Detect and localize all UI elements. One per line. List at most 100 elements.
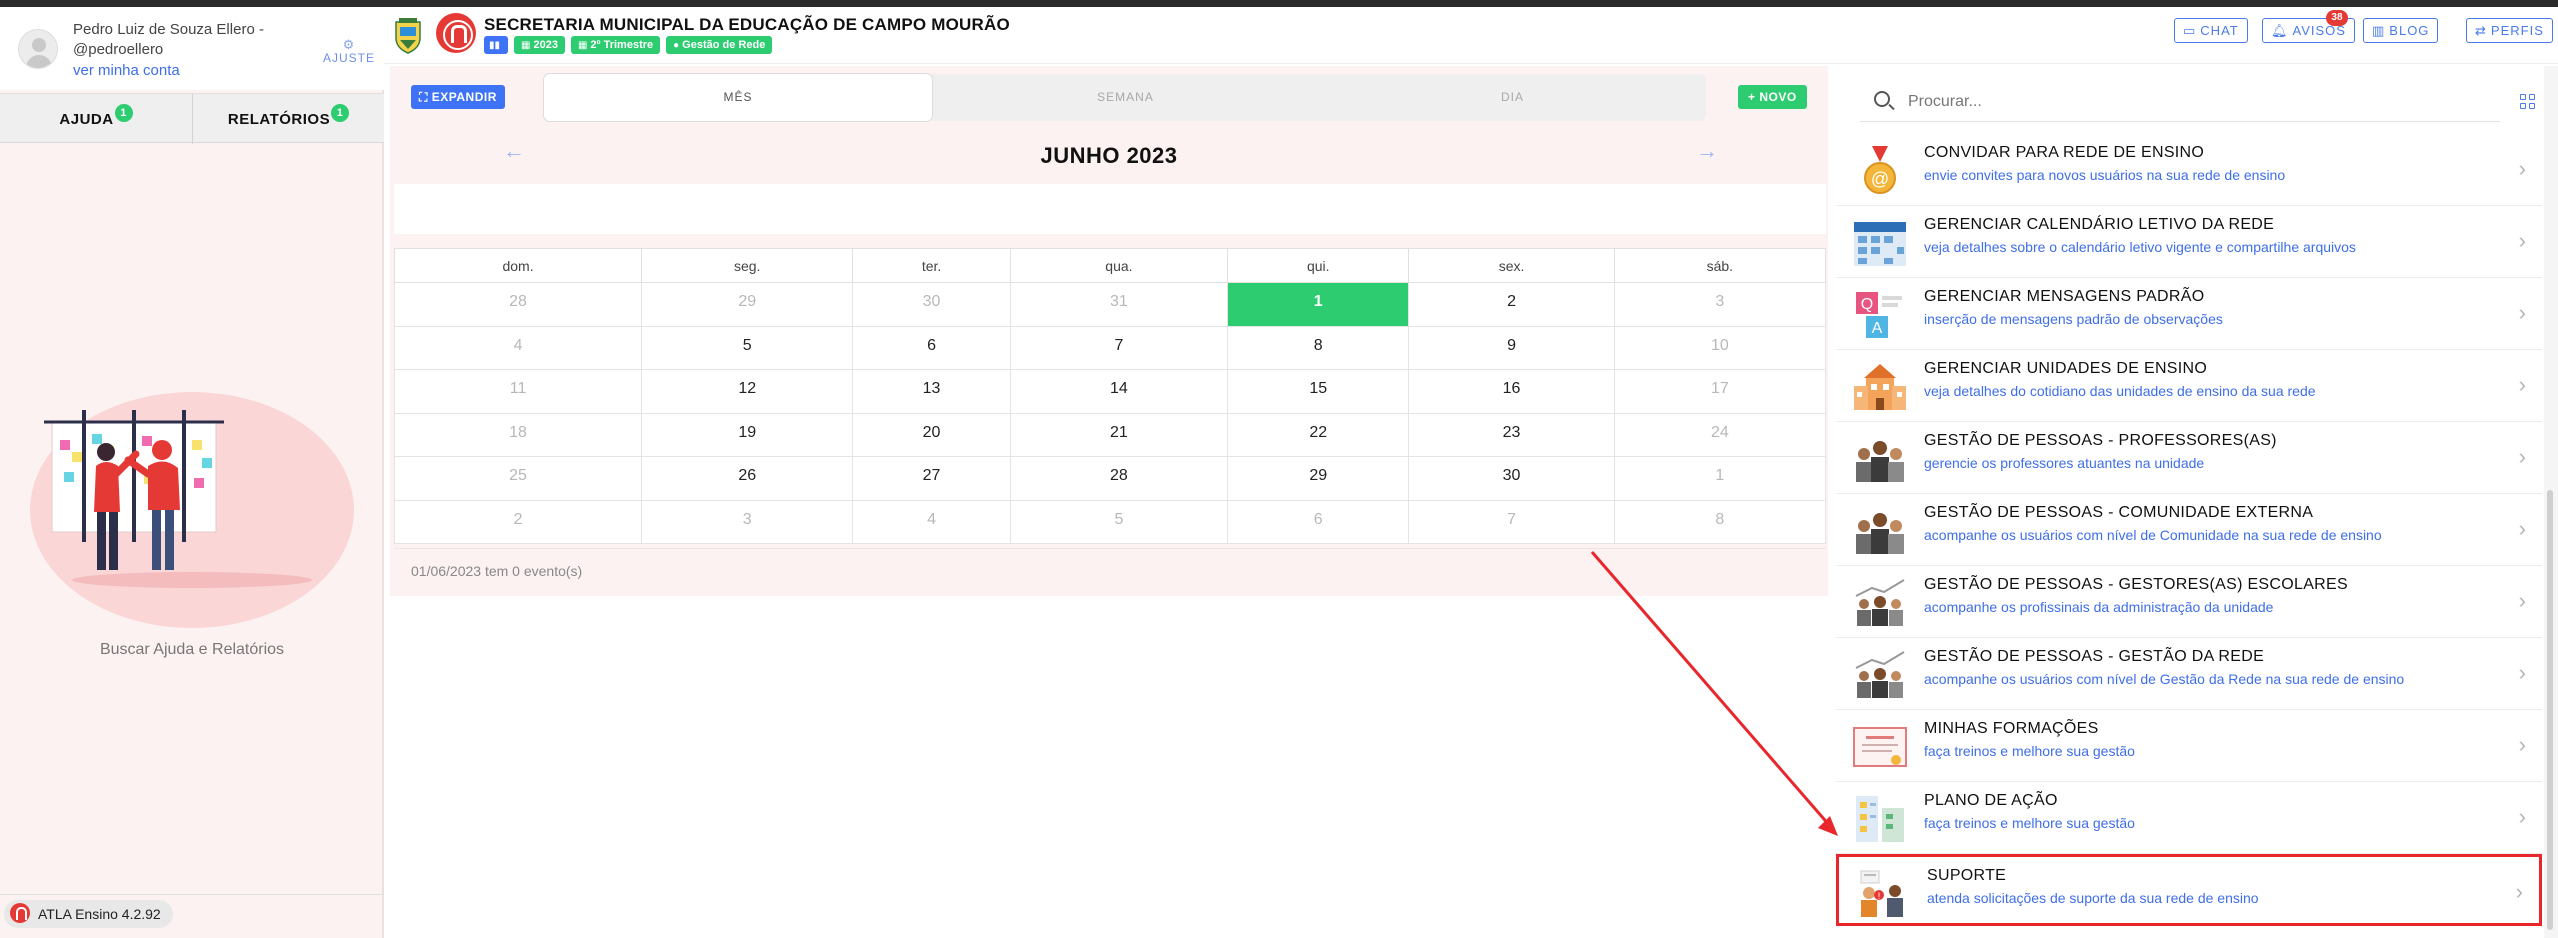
menu-item-comunidade[interactable]: GESTÃO DE PESSOAS - COMUNIDADE EXTERNA a…	[1836, 494, 2542, 566]
window-top-strip	[0, 0, 2558, 7]
day-cell[interactable]: 31	[1009, 282, 1229, 327]
atla-logo-icon	[10, 903, 30, 924]
day-cell[interactable]: 7	[1009, 325, 1229, 370]
menu-item-calendario[interactable]: GERENCIAR CALENDÁRIO LETIVO DA REDE veja…	[1836, 206, 2542, 278]
menu-item-subtitle: acompanhe os profissinais da administraç…	[1924, 599, 2274, 615]
menu-item-suporte[interactable]: ! SUPORTE atenda solicitações de suporte…	[1836, 854, 2542, 926]
context-chips: ▮▮ ▦ 2023 ▦ 2º Trimestre ● Gestão de Rede	[484, 36, 778, 56]
day-cell[interactable]: 19	[641, 412, 854, 457]
chevron-right-icon: ›	[2518, 516, 2526, 541]
book-icon: ▥	[2372, 23, 2386, 38]
day-cell[interactable]: 30	[852, 282, 1011, 327]
day-cell[interactable]: 14	[1009, 369, 1229, 414]
weekday-header: seg.	[641, 248, 854, 283]
perfis-button[interactable]: ⇄ PERFIS	[2466, 18, 2553, 43]
menu-item-gestores[interactable]: GESTÃO DE PESSOAS - GESTORES(AS) ESCOLAR…	[1836, 566, 2542, 638]
account-link[interactable]: ver minha conta	[73, 62, 180, 79]
grid-view-icon[interactable]	[2520, 94, 2536, 110]
day-cell[interactable]: 6	[852, 325, 1011, 370]
menu-item-formacoes[interactable]: MINHAS FORMAÇÕES faça treinos e melhore …	[1836, 710, 2542, 782]
avatar-body-shape	[26, 55, 52, 68]
tab-ajuda-label: AJUDA	[59, 111, 114, 128]
day-cell[interactable]: 16	[1408, 369, 1615, 414]
people-growth-icon	[1855, 579, 1905, 626]
settings-button[interactable]: ⚙ AJUSTE	[322, 38, 376, 65]
calendar-toolbar: ⛶ EXPANDIR MÊS SEMANA DIA + NOVO	[390, 66, 1828, 126]
day-cell[interactable]: 28	[393, 282, 643, 327]
tab-day[interactable]: DIA	[1319, 74, 1706, 121]
week-row: 25 26 27 28 29 30 1	[393, 456, 1827, 501]
day-cell[interactable]: 21	[1009, 412, 1229, 457]
day-cell[interactable]: 11	[393, 369, 643, 414]
day-cell[interactable]: 6	[1227, 499, 1410, 544]
year-chip[interactable]: ▦ 2023	[514, 36, 565, 54]
blog-button[interactable]: ▥ BLOG	[2363, 18, 2439, 43]
chevron-right-icon: ›	[2518, 228, 2526, 253]
day-cell[interactable]: 4	[393, 325, 643, 370]
menu-item-mensagens[interactable]: QA GERENCIAR MENSAGENS PADRÃO inserção d…	[1836, 278, 2542, 350]
day-cell[interactable]: 5	[641, 325, 854, 370]
day-cell[interactable]: 17	[1613, 369, 1827, 414]
day-cell[interactable]: 18	[393, 412, 643, 457]
day-cell[interactable]: 10	[1613, 325, 1827, 370]
role-chip[interactable]: ● Gestão de Rede	[666, 36, 773, 54]
day-cell[interactable]: 29	[641, 282, 854, 327]
expand-button[interactable]: ⛶ EXPANDIR	[411, 85, 505, 109]
day-cell[interactable]: 26	[641, 456, 854, 501]
search-input[interactable]	[1908, 88, 2488, 116]
tab-month[interactable]: MÊS	[544, 74, 932, 121]
day-cell[interactable]: 27	[852, 456, 1011, 501]
day-cell[interactable]: 8	[1613, 499, 1827, 544]
tab-week[interactable]: SEMANA	[932, 74, 1319, 121]
day-cell[interactable]: 23	[1408, 412, 1615, 457]
chat-label: CHAT	[2200, 23, 2239, 38]
avatar[interactable]	[18, 29, 58, 69]
day-cell[interactable]: 4	[852, 499, 1011, 544]
menu-item-title: GERENCIAR UNIDADES DE ENSINO	[1924, 360, 2208, 377]
day-cell[interactable]: 3	[1613, 282, 1827, 327]
event-count-text: 01/06/2023 tem 0 evento(s)	[394, 548, 1826, 592]
day-cell[interactable]: 24	[1613, 412, 1827, 457]
menu-item-plano-acao[interactable]: PLANO DE AÇÃO faça treinos e melhore sua…	[1836, 782, 2542, 854]
avatar-head-shape	[32, 38, 46, 52]
menu-item-professores[interactable]: GESTÃO DE PESSOAS - PROFESSORES(AS) gere…	[1836, 422, 2542, 494]
term-chip[interactable]: ▦ 2º Trimestre	[570, 36, 661, 54]
user-name-line1: Pedro Luiz de Souza Ellero -	[73, 21, 264, 38]
day-cell[interactable]: 8	[1227, 325, 1410, 370]
day-cell[interactable]: 2	[393, 499, 643, 544]
tab-ajuda[interactable]: AJUDA 1	[0, 94, 192, 144]
day-cell[interactable]: 30	[1408, 456, 1615, 501]
avisos-button[interactable]: 🔔︎ AVISOS 38	[2262, 10, 2355, 43]
menu-item-unidades[interactable]: GERENCIAR UNIDADES DE ENSINO veja detalh…	[1836, 350, 2542, 422]
chevron-right-icon: ›	[2518, 804, 2526, 829]
menu-item-convidar[interactable]: @ CONVIDAR PARA REDE DE ENSINO envie con…	[1836, 134, 2542, 206]
new-event-button[interactable]: + NOVO	[1738, 85, 1807, 109]
day-cell[interactable]: 5	[1009, 499, 1229, 544]
day-cell[interactable]: 15	[1227, 369, 1410, 414]
day-cell[interactable]: 28	[1009, 456, 1229, 501]
next-month-arrow-icon[interactable]: →	[1696, 138, 1718, 164]
day-cell[interactable]: 2	[1408, 282, 1615, 327]
day-cell[interactable]: 3	[641, 499, 854, 544]
atla-logo-icon[interactable]	[436, 13, 476, 53]
day-cell-today[interactable]: 1	[1227, 282, 1410, 327]
day-cell[interactable]: 13	[852, 369, 1011, 414]
menu-item-title: PLANO DE AÇÃO	[1924, 792, 2058, 809]
day-cell[interactable]: 22	[1227, 412, 1410, 457]
stats-chip[interactable]: ▮▮	[484, 36, 509, 54]
day-cell[interactable]: 29	[1227, 456, 1410, 501]
tab-relatorios[interactable]: RELATÓRIOS 1	[192, 94, 384, 144]
menu-item-gestao-rede[interactable]: GESTÃO DE PESSOAS - GESTÃO DA REDE acomp…	[1836, 638, 2542, 710]
day-cell[interactable]: 7	[1408, 499, 1615, 544]
chat-button[interactable]: ▭ CHAT	[2174, 18, 2248, 43]
day-cell[interactable]: 1	[1613, 456, 1827, 501]
day-cell[interactable]: 25	[393, 456, 643, 501]
settings-label: AJUSTE	[322, 51, 375, 65]
version-badge[interactable]: ATLA Ensino 4.2.92	[4, 900, 173, 928]
scrollbar-thumb[interactable]	[2547, 490, 2553, 930]
day-cell[interactable]: 9	[1408, 325, 1615, 370]
day-cell[interactable]: 20	[852, 412, 1011, 457]
user-handle: @pedroellero	[73, 41, 164, 58]
grid-cell-shape	[2529, 103, 2535, 109]
day-cell[interactable]: 12	[641, 369, 854, 414]
